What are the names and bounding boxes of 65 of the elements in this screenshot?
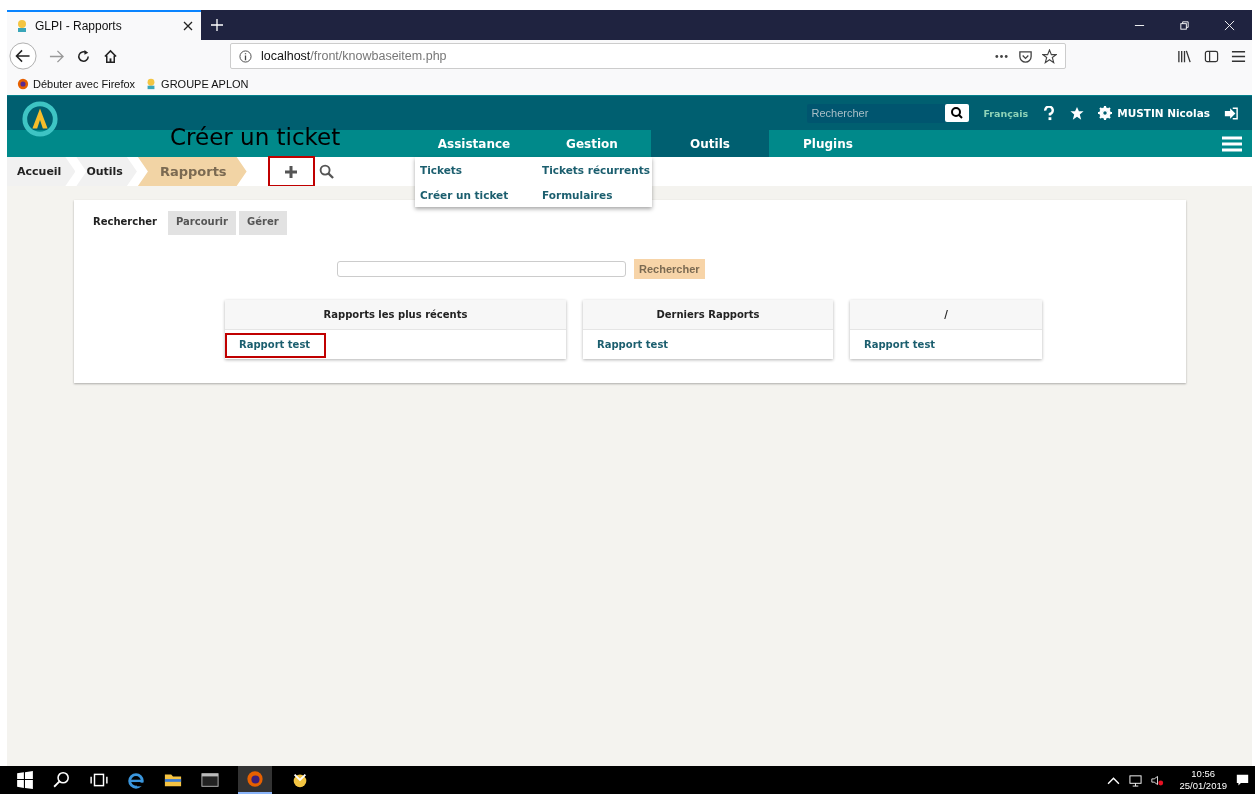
clock-time: 10:56 <box>1191 768 1216 780</box>
search-field[interactable] <box>337 261 626 277</box>
star-icon[interactable] <box>1070 105 1085 121</box>
breadcrumb-item[interactable]: Outils <box>76 157 137 186</box>
library-icon[interactable] <box>1177 48 1192 64</box>
home-icon[interactable] <box>103 48 118 64</box>
menu-item[interactable]: Formulaires <box>542 189 652 201</box>
tab[interactable]: Gérer <box>238 211 287 235</box>
menu-item[interactable]: Créer un ticket <box>420 189 542 201</box>
search-icon[interactable] <box>318 164 334 179</box>
nav-tab[interactable]: Assistance <box>415 130 533 157</box>
sidebar-icon[interactable] <box>1204 48 1219 64</box>
search-icon[interactable] <box>53 771 71 789</box>
bookmark[interactable]: GROUPE APLON <box>145 77 249 90</box>
firefox-icon[interactable] <box>246 770 264 788</box>
language-link[interactable]: Français <box>983 107 1029 119</box>
menu-item[interactable]: Tickets récurrents <box>542 164 652 176</box>
notification-icon[interactable] <box>1236 773 1249 787</box>
forward-icon[interactable] <box>49 48 64 64</box>
back-icon[interactable] <box>9 42 37 70</box>
favicon-icon <box>15 19 29 33</box>
network-icon[interactable] <box>1129 773 1143 787</box>
panel-title: Rapports les plus récents <box>225 300 566 330</box>
user-menu[interactable]: MUSTIN Nicolas <box>1098 106 1210 120</box>
nav-tab[interactable]: Outils <box>651 130 769 157</box>
bookmark[interactable]: Débuter avec Firefox <box>17 77 136 90</box>
browser-tab[interactable]: GLPI - Rapports <box>7 10 201 40</box>
breadcrumb-item[interactable]: Rapports <box>137 157 247 186</box>
browser-e-icon[interactable] <box>127 771 145 789</box>
restore-icon[interactable] <box>1179 19 1190 31</box>
report-link[interactable]: Rapport test <box>850 333 952 358</box>
star-icon[interactable] <box>1042 48 1057 64</box>
new-tab-icon[interactable] <box>211 19 223 31</box>
report-link[interactable]: Rapport test <box>583 333 685 358</box>
close-icon[interactable] <box>183 21 193 31</box>
terminal-icon[interactable] <box>201 771 219 789</box>
tab-title: GLPI - Rapports <box>35 19 123 33</box>
panel-title: Derniers Rapports <box>583 300 833 330</box>
search-icon[interactable] <box>945 104 970 122</box>
volume-muted-icon[interactable] <box>1151 773 1165 787</box>
menu-icon[interactable] <box>1231 48 1246 64</box>
nav-tab[interactable]: Gestion <box>533 130 651 157</box>
nav-tab[interactable]: Plugins <box>769 130 887 157</box>
app-icon[interactable] <box>291 771 309 789</box>
logo-icon[interactable] <box>21 100 59 138</box>
reload-icon[interactable] <box>76 48 91 64</box>
info-icon <box>239 49 252 63</box>
menu-item[interactable]: Tickets <box>420 164 542 176</box>
annotation-text: Créer un ticket <box>170 124 341 150</box>
tab[interactable]: Parcourir <box>168 211 236 235</box>
clock-date: 25/01/2019 <box>1179 780 1227 792</box>
panel-title: / <box>850 300 1042 330</box>
help-icon[interactable] <box>1042 105 1057 121</box>
address-bar[interactable]: localhost/front/knowbaseitem.php <box>230 43 1066 69</box>
gear-icon <box>1098 106 1113 120</box>
plus-icon <box>285 165 298 178</box>
breadcrumb-item[interactable]: Accueil <box>7 157 76 186</box>
search-button[interactable]: Rechercher <box>634 259 705 279</box>
search-field[interactable]: Rechercher <box>807 103 946 123</box>
task-view-icon[interactable] <box>90 771 108 789</box>
report-link[interactable]: Rapport test <box>225 333 327 358</box>
pocket-icon[interactable] <box>1018 48 1033 64</box>
windows-icon[interactable] <box>16 771 34 789</box>
firefox-icon <box>17 77 29 90</box>
logout-icon[interactable] <box>1224 105 1238 121</box>
